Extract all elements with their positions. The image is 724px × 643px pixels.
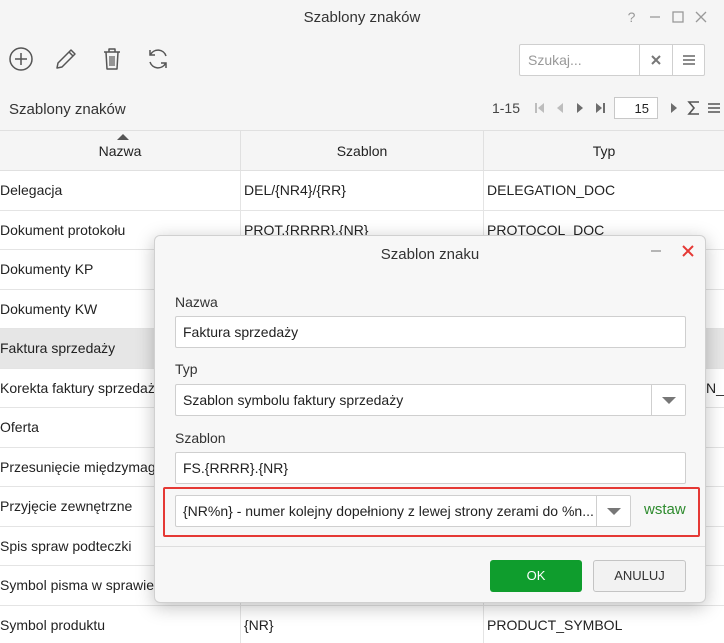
sigma-icon [687, 101, 699, 115]
dialog-title: Szablon znaku [380, 246, 480, 263]
sum-button[interactable] [684, 101, 704, 115]
pager-range: 1-15 [491, 100, 520, 116]
add-icon [9, 47, 33, 71]
edit-button[interactable] [51, 44, 81, 74]
apply-page-size-button[interactable] [664, 102, 684, 114]
close-icon [682, 245, 694, 257]
pager: 1-15 [492, 96, 724, 120]
cell-name: Symbol produktu [0, 605, 241, 643]
close-window-button[interactable] [689, 6, 712, 28]
search-options-button[interactable] [672, 45, 704, 75]
trash-icon [104, 48, 120, 70]
maximize-icon [671, 11, 684, 23]
menu-icon [708, 103, 720, 113]
minimize-icon [651, 250, 661, 252]
menu-icon [682, 55, 695, 65]
ok-button[interactable]: OK [490, 560, 582, 592]
last-page-button[interactable] [590, 102, 610, 114]
chevron-down-icon [661, 396, 676, 404]
type-dropdown-button[interactable] [651, 385, 685, 415]
minimize-button[interactable] [643, 6, 666, 28]
chevron-down-icon [606, 507, 621, 515]
dialog-minimize-button[interactable] [646, 241, 666, 261]
type-label: Typ [175, 361, 198, 377]
search-clear-button[interactable] [639, 45, 672, 75]
prev-page-icon [557, 103, 563, 113]
last-page-icon [596, 103, 605, 113]
token-select[interactable]: {NR%n} - numer kolejny dopełniony z lewe… [175, 495, 631, 527]
sort-ascending-icon [117, 134, 129, 140]
name-field[interactable]: Faktura sprzedaży [175, 316, 686, 348]
cell-template: DEL/{NR4}/{RR} [241, 171, 484, 210]
maximize-button[interactable] [666, 6, 689, 28]
toolbar [0, 34, 724, 86]
main-window: Szablony znaków ? Szukaj... Szablony zna… [0, 0, 724, 643]
next-page-button[interactable] [570, 102, 590, 114]
table-row[interactable]: Delegacja DEL/{NR4}/{RR} DELEGATION_DOC [0, 171, 724, 211]
search-input[interactable] [520, 45, 640, 75]
column-header-template[interactable]: Szablon [241, 131, 484, 171]
template-label: Szablon [175, 430, 226, 446]
delete-button[interactable] [97, 44, 127, 74]
insert-link[interactable]: wstaw [644, 501, 686, 518]
type-select-value: Szablon symbolu faktury sprzedaży [183, 392, 404, 408]
column-header-name[interactable]: Nazwa [0, 131, 241, 171]
first-page-icon [535, 103, 544, 113]
dialog-separator [155, 546, 705, 547]
first-page-button[interactable] [530, 102, 550, 114]
column-header-type[interactable]: Typ [484, 131, 724, 171]
type-select[interactable]: Szablon symbolu faktury sprzedaży [175, 384, 686, 416]
cell-name: Delegacja [0, 171, 241, 210]
edit-icon [56, 49, 76, 69]
window-title: Szablony znaków [303, 9, 421, 26]
add-button[interactable] [6, 44, 36, 74]
close-icon [695, 11, 706, 23]
play-icon [671, 103, 677, 113]
help-button[interactable]: ? [620, 6, 643, 28]
token-dropdown-button[interactable] [596, 496, 630, 526]
page-size-input[interactable] [614, 97, 658, 119]
minimize-icon [649, 16, 660, 18]
name-label: Nazwa [175, 294, 218, 310]
cell-type: PRODUCT_SYMBOL [487, 616, 623, 633]
template-field[interactable]: FS.{RRRR}.{NR} [175, 452, 686, 484]
cell-type: DELEGATION_DOC [487, 182, 616, 198]
table-header: Nazwa Szablon Typ [0, 131, 724, 171]
grid-menu-button[interactable] [704, 102, 724, 114]
template-dialog: Szablon znaku Nazwa Faktura sprzedaży Ty… [154, 235, 706, 603]
window-titlebar: Szablony znaków ? [0, 0, 724, 34]
table-row[interactable]: Symbol produktu {NR} PRODUCT_SYMBOL [0, 605, 724, 643]
cancel-button[interactable]: ANULUJ [593, 560, 686, 592]
next-page-icon [577, 103, 583, 113]
grid-header: Szablony znaków 1-15 [0, 86, 724, 131]
token-select-value: {NR%n} - numer kolejny dopełniony z lewe… [183, 503, 594, 519]
prev-page-button[interactable] [550, 102, 570, 114]
refresh-button[interactable] [143, 44, 173, 74]
dialog-close-button[interactable] [678, 241, 698, 261]
search-box [519, 44, 705, 76]
help-icon: ? [627, 9, 636, 25]
clear-icon [651, 55, 661, 65]
refresh-icon [149, 49, 167, 69]
cell-template: {NR} [241, 605, 484, 643]
grid-title: Szablony znaków [9, 101, 126, 118]
